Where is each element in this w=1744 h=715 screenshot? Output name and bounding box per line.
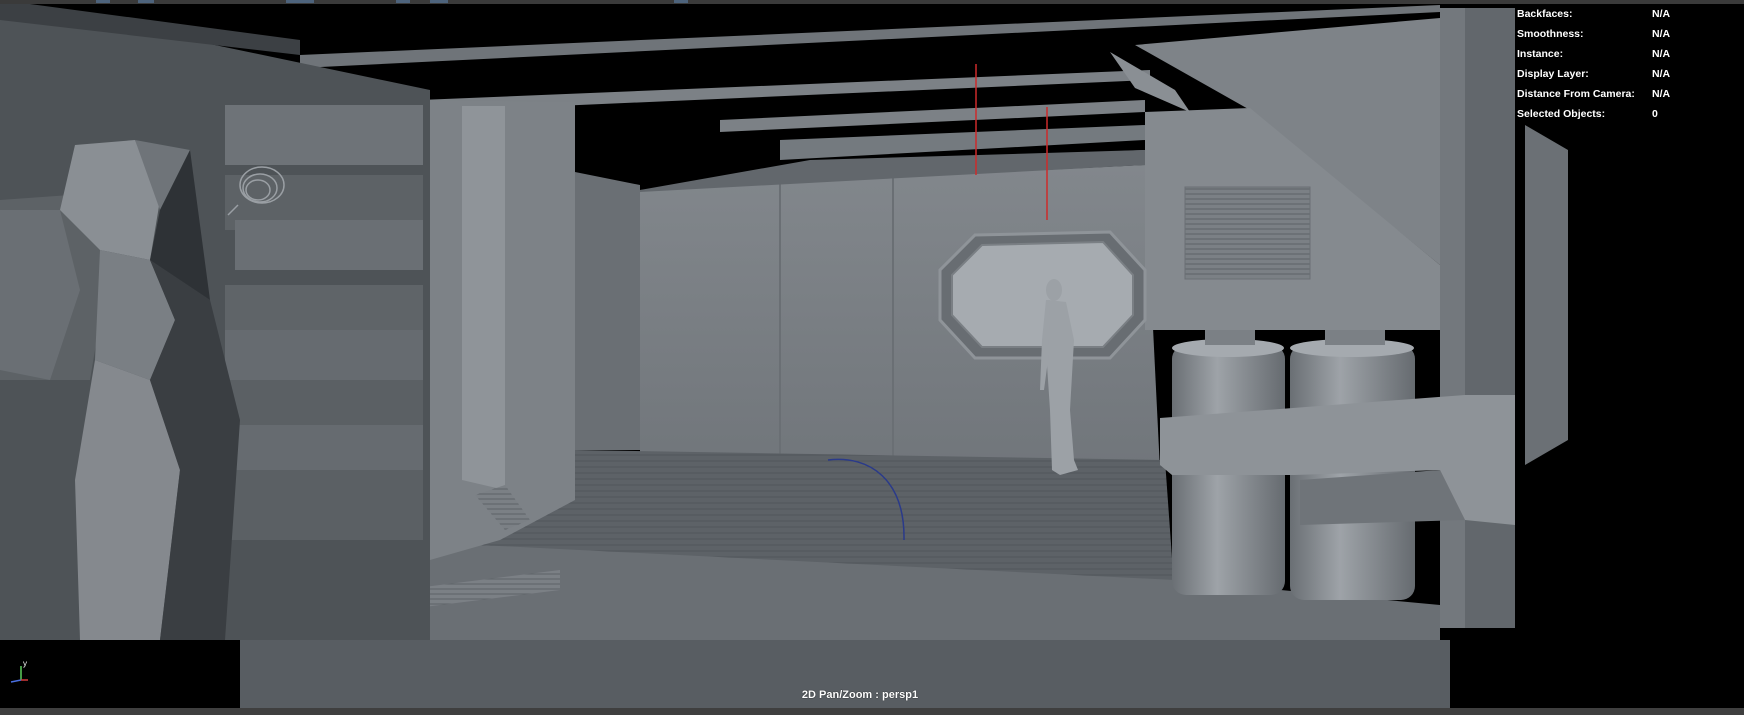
maya-viewport-persp1[interactable]: Backfaces: N/A Smoothness: N/A Instance:… (0, 0, 1744, 715)
camera-name-label: 2D Pan/Zoom : persp1 (801, 689, 919, 701)
hud-label: Instance: (1517, 48, 1564, 60)
hud-label: Selected Objects: (1517, 108, 1606, 120)
viewport-top-strip (0, 0, 1744, 4)
hud-value: N/A (1652, 68, 1671, 80)
door-frame-side (575, 172, 640, 450)
hud-value: N/A (1652, 28, 1671, 40)
shelf-panel-3 (235, 220, 423, 270)
floor-front (240, 640, 1450, 715)
right-pillar (1440, 8, 1465, 628)
hud-label: Backfaces: (1517, 8, 1573, 20)
shelf-panel-1 (225, 105, 423, 165)
axis-gizmo-icon: y (10, 659, 28, 683)
window-glass (951, 240, 1134, 348)
viewport-bottom-strip (0, 708, 1744, 715)
hud-value: 0 (1652, 108, 1658, 120)
hud-label: Display Layer: (1517, 68, 1589, 80)
hud-row-distance-from-camera: Distance From Camera: N/A (1517, 84, 1671, 104)
shelf-panel-7 (225, 425, 423, 470)
hud-row-display-layer: Display Layer: N/A (1517, 64, 1671, 84)
shelf-panel-8 (225, 470, 423, 540)
hud-row-backfaces: Backfaces: N/A (1517, 4, 1671, 24)
hud-label: Distance From Camera: (1517, 88, 1635, 100)
shelf-panel-4 (225, 285, 423, 330)
hud-row-selected-objects: Selected Objects: 0 (1517, 104, 1667, 124)
right-pillar-inner (1465, 8, 1515, 628)
hud-value: N/A (1652, 48, 1671, 60)
vent-grille (1184, 186, 1311, 280)
shelf-panel-6 (225, 380, 423, 425)
scene-render[interactable] (0, 0, 1744, 715)
hud-value: N/A (1652, 8, 1671, 20)
hud-value: N/A (1652, 88, 1671, 100)
hud-row-instance: Instance: N/A (1517, 44, 1671, 64)
hud-row-smoothness: Smoothness: N/A (1517, 24, 1671, 44)
axis-y-label: y (23, 659, 27, 668)
hud-label: Smoothness: (1517, 28, 1584, 40)
door-frame-inset (462, 106, 505, 490)
heads-up-display: Backfaces: N/A Smoothness: N/A Instance:… (1517, 4, 1671, 124)
right-edge-panel (1525, 125, 1568, 465)
tank-strap-shadow (1300, 470, 1465, 525)
shelf-panel-5 (225, 330, 423, 380)
